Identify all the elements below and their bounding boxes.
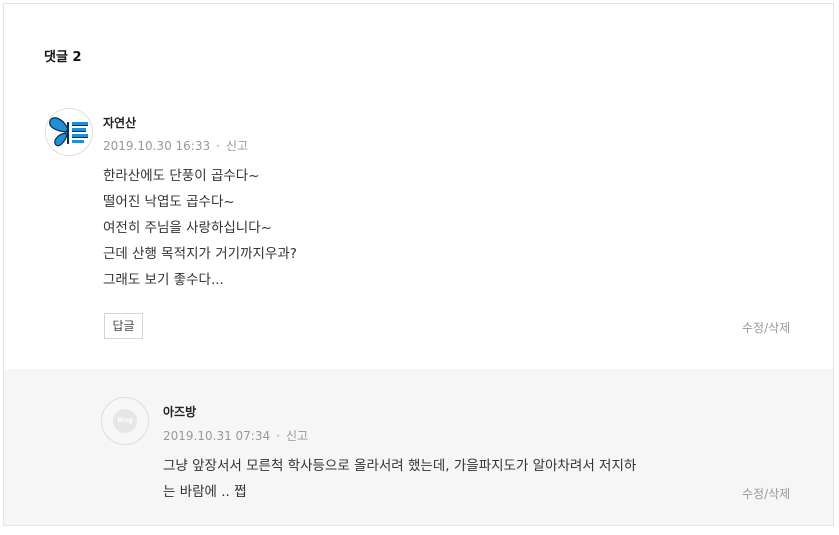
comment-date: 2019.10.30 16:33 — [103, 139, 211, 153]
edit-delete-link[interactable]: 수정/삭제 — [742, 319, 790, 336]
butterfly-avatar-icon[interactable] — [45, 108, 93, 156]
report-link[interactable]: 신고 — [226, 139, 248, 153]
comment-line: 떨어진 낙엽도 곱수다~ — [103, 194, 235, 210]
blog-default-avatar-icon[interactable]: Blog — [101, 397, 149, 445]
comment-author[interactable]: 자연산 — [103, 114, 136, 131]
comment-body: 한라산에도 단풍이 곱수다~ 떨어진 낙엽도 곱수다~ 여전히 주님을 사랑하십… — [103, 163, 297, 293]
meta-separator: · — [216, 139, 220, 153]
comment-line: 근데 산행 목적지가 거기까지우과? — [103, 246, 297, 262]
comments-panel: 댓글 2 자연산 2019.10.30 16:33 · 신고 한라산에도 단풍이 곱… — [3, 3, 834, 526]
reply-body: 그냥 앞장서서 모른척 학사등으로 올라서려 했는데, 가을파지도가 알아차려서… — [163, 453, 636, 505]
blog-avatar-text: Blog — [113, 409, 137, 433]
comment-line: 한라산에도 단풍이 곱수다~ — [103, 168, 260, 184]
meta-separator: · — [276, 429, 280, 443]
comment-line: 그래도 보기 좋수다... — [103, 272, 224, 288]
edit-delete-link[interactable]: 수정/삭제 — [742, 485, 790, 502]
reply-line: 는 바람에 .. 쩝 — [163, 484, 247, 500]
reply-line: 그냥 앞장서서 모른척 학사등으로 올라서려 했는데, 가을파지도가 알아차려서… — [163, 458, 637, 474]
reply-meta: 2019.10.31 07:34 · 신고 — [163, 427, 308, 444]
report-link[interactable]: 신고 — [286, 429, 308, 443]
reply-date: 2019.10.31 07:34 — [163, 429, 271, 443]
reply-button[interactable]: 답글 — [104, 313, 143, 339]
comment-line: 여전히 주님을 사랑하십니다~ — [103, 220, 272, 236]
reply-section: Blog 아즈방 2019.10.31 07:34 · 신고 그냥 앞장서서 모른척… — [4, 369, 833, 525]
reply-author[interactable]: 아즈방 — [163, 403, 196, 420]
comments-title: 댓글 2 — [44, 50, 82, 65]
comment-meta: 2019.10.30 16:33 · 신고 — [103, 137, 248, 154]
